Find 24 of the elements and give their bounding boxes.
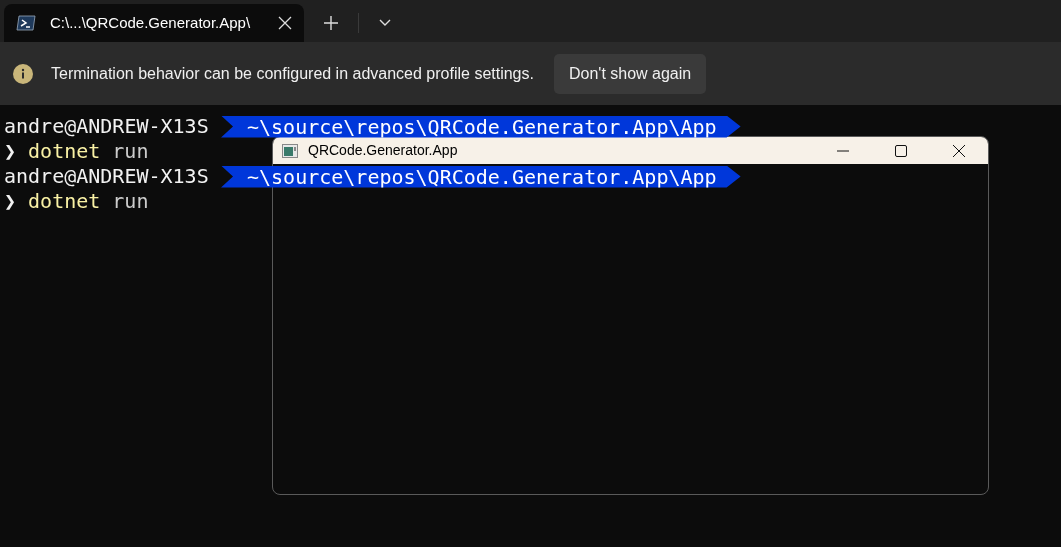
tab-title: C:\...\QRCode.Generator.App\ bbox=[50, 12, 252, 33]
powershell-icon bbox=[16, 15, 36, 31]
command-text: dotnet bbox=[28, 139, 101, 164]
window-title: QRCode.Generator.App bbox=[308, 141, 459, 160]
prompt-user: andre@ANDREW-X13S bbox=[4, 164, 210, 189]
prompt-chevron: ❯ bbox=[4, 139, 17, 164]
app-icon bbox=[282, 143, 298, 158]
prompt-chevron: ❯ bbox=[4, 189, 17, 214]
minimize-icon bbox=[837, 149, 849, 152]
dont-show-again-button[interactable]: Don't show again bbox=[553, 53, 707, 94]
prompt-path: ~\source\repos\QRCode.Generator.App\App bbox=[221, 165, 741, 188]
new-tab-icon[interactable] bbox=[324, 16, 338, 30]
info-message: Termination behavior can be configured in advanced profile settings. bbox=[51, 63, 534, 84]
prompt-user: andre@ANDREW-X13S bbox=[4, 114, 210, 139]
terminal-tab[interactable]: C:\...\QRCode.Generator.App\ bbox=[4, 4, 304, 42]
dropdown-icon[interactable] bbox=[379, 19, 391, 27]
command-args: run bbox=[112, 189, 149, 214]
prompt-path: ~\source\repos\QRCode.Generator.App\App bbox=[221, 115, 741, 138]
command-text: dotnet bbox=[28, 189, 101, 214]
command-args: run bbox=[112, 139, 149, 164]
info-icon bbox=[13, 63, 33, 84]
maximize-icon bbox=[895, 144, 907, 157]
close-icon bbox=[953, 144, 965, 157]
close-icon[interactable] bbox=[278, 16, 292, 30]
